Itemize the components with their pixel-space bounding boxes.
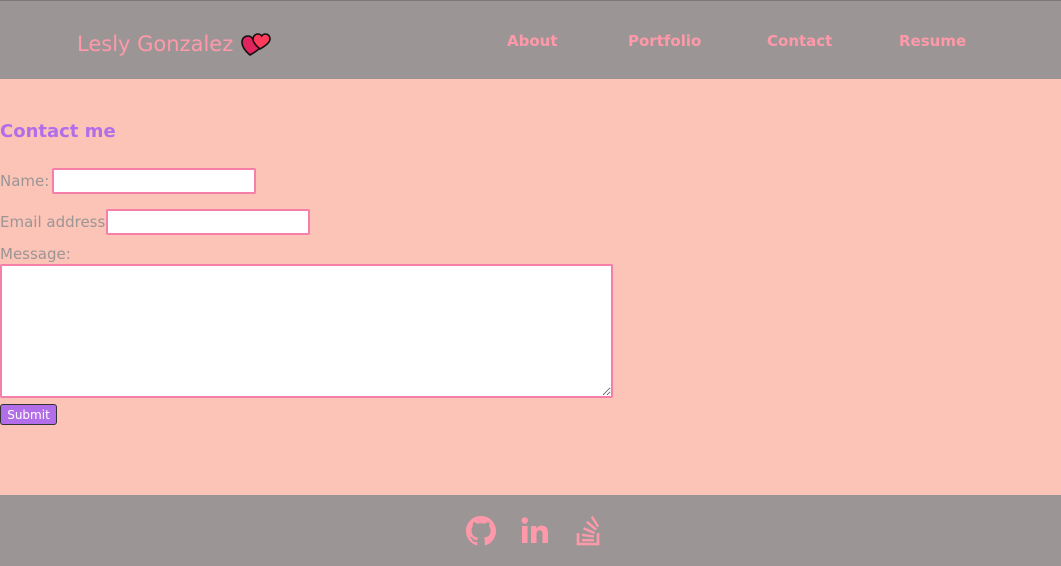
site-footer <box>0 495 1061 566</box>
linkedin-icon <box>521 517 548 543</box>
page-title: Contact me <box>0 121 116 142</box>
nav-contact[interactable]: Contact <box>767 32 832 50</box>
contact-section: Contact me Name: Email address: Message:… <box>0 79 1061 495</box>
nav-resume[interactable]: Resume <box>899 32 966 50</box>
two-hearts-icon <box>241 33 272 56</box>
site-header: Lesly Gonzalez About Portfolio Contact R… <box>0 0 1061 79</box>
email-label: Email address: <box>0 213 111 231</box>
github-icon <box>466 516 496 546</box>
name-field[interactable] <box>52 168 256 194</box>
brand-name: Lesly Gonzalez <box>77 32 234 56</box>
github-link[interactable] <box>466 515 496 547</box>
stackoverflow-link[interactable] <box>575 515 605 547</box>
nav-about[interactable]: About <box>507 32 558 50</box>
submit-button[interactable]: Submit <box>0 404 57 425</box>
message-label: Message: <box>0 245 71 263</box>
email-field[interactable] <box>106 209 310 235</box>
linkedin-link[interactable] <box>520 515 550 547</box>
nav-portfolio[interactable]: Portfolio <box>628 32 701 50</box>
brand[interactable]: Lesly Gonzalez <box>77 31 272 57</box>
message-field[interactable] <box>0 264 613 398</box>
name-label: Name: <box>0 172 50 190</box>
stackoverflow-icon <box>576 515 600 546</box>
